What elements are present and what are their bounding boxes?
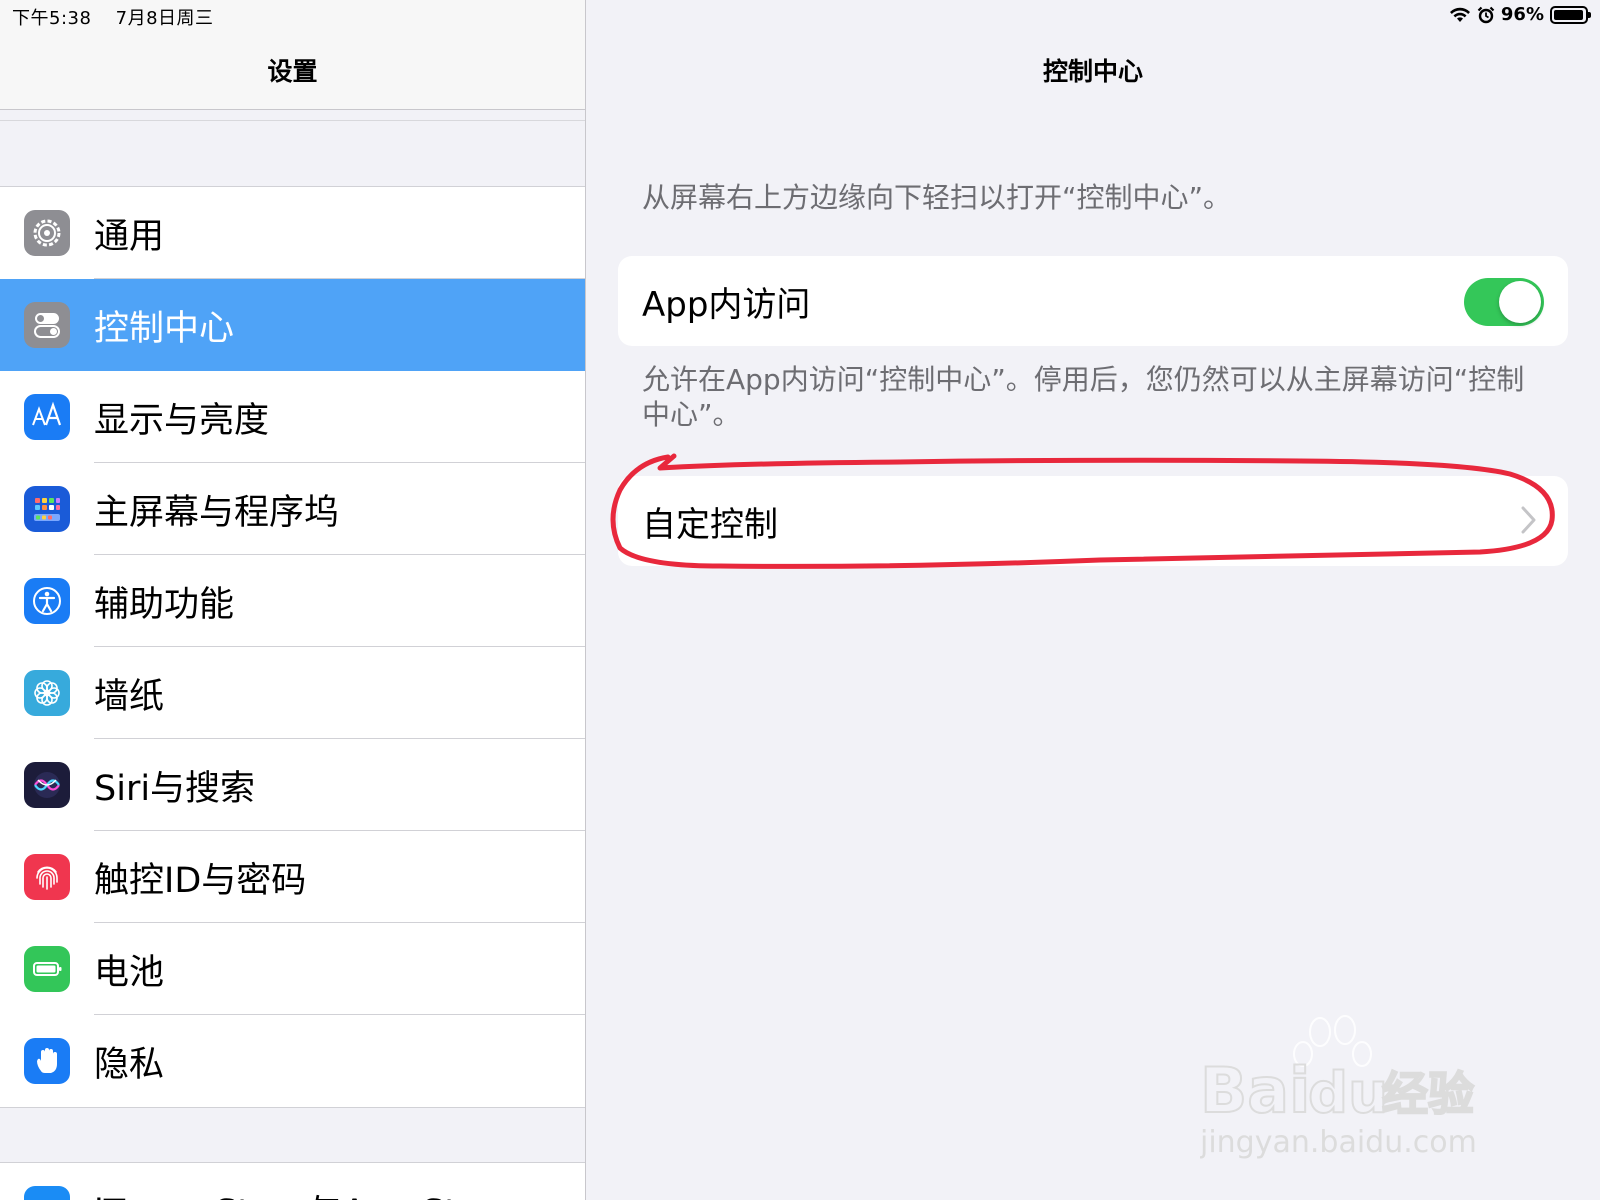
fingerprint-icon	[24, 854, 70, 900]
status-right: 96%	[1449, 4, 1591, 25]
flower-icon	[24, 670, 70, 716]
sidebar-item-display-brightness[interactable]: 显示与亮度	[0, 371, 585, 463]
status-bar: 下午5:38 7月8日周三 96%	[0, 0, 1600, 32]
intro-text: 从屏幕右上方边缘向下轻扫以打开“控制中心”。	[642, 181, 1232, 214]
battery-fill	[1554, 9, 1583, 20]
sidebar-item-wallpaper[interactable]: 墙纸	[0, 647, 585, 739]
sidebar-spacer	[0, 120, 585, 186]
accessibility-icon	[24, 578, 70, 624]
sidebar-item-label: 触控ID与密码	[94, 860, 307, 901]
detail-pane: 控制中心 从屏幕右上方边缘向下轻扫以打开“控制中心”。 App内访问 允许在Ap…	[586, 0, 1600, 1200]
sidebar-item-label: iTunes Store与App Store	[94, 1184, 515, 1200]
screen: 下午5:38 7月8日周三 96% 设置 通用 控制中心 显示与亮度 主屏幕与程…	[0, 0, 1600, 1200]
gear-icon	[24, 210, 70, 256]
sidebar-item-battery[interactable]: 电池	[0, 923, 585, 1015]
sidebar-item-home-screen-dock[interactable]: 主屏幕与程序坞	[0, 463, 585, 555]
sidebar-title: 设置	[267, 57, 318, 86]
hand-icon	[24, 1038, 70, 1084]
chevron-right-icon	[1521, 506, 1536, 534]
sidebar-item-itunes-app-store[interactable]: iTunes Store与App Store	[0, 1163, 585, 1200]
sidebar-item-label: 隐私	[94, 1044, 165, 1085]
status-left: 下午5:38 7月8日周三	[12, 4, 214, 30]
customize-controls-cell[interactable]: 自定控制	[618, 476, 1568, 566]
sidebar-item-label: 显示与亮度	[94, 400, 270, 441]
app-store-icon	[24, 1186, 70, 1200]
sidebar-item-general[interactable]: 通用	[0, 187, 585, 279]
sidebar: 设置 通用 控制中心 显示与亮度 主屏幕与程序坞 辅助功能 墙纸 Siri与搜索…	[0, 0, 586, 1200]
settings-group: 通用 控制中心 显示与亮度 主屏幕与程序坞 辅助功能 墙纸 Siri与搜索 触控…	[0, 186, 585, 1108]
battery-percent: 96%	[1500, 4, 1544, 25]
sidebar-item-siri-search[interactable]: Siri与搜索	[0, 739, 585, 831]
siri-icon	[24, 762, 70, 808]
settings-group-store: iTunes Store与App Store	[0, 1162, 585, 1200]
app-access-footnote: 允许在App内访问“控制中心”。停用后，您仍然可以从主屏幕访问“控制中心”。	[642, 363, 1525, 431]
sidebar-item-control-center[interactable]: 控制中心	[0, 279, 585, 371]
app-access-cell: App内访问	[618, 256, 1568, 346]
app-access-toggle[interactable]	[1464, 278, 1544, 326]
sidebar-item-label: 通用	[94, 216, 165, 257]
sidebar-item-label: 辅助功能	[94, 584, 235, 625]
sidebar-item-touch-id-passcode[interactable]: 触控ID与密码	[0, 831, 585, 923]
status-time: 下午5:38	[12, 8, 92, 29]
sidebar-item-label: 控制中心	[94, 308, 235, 349]
wifi-icon	[1449, 7, 1470, 22]
status-date: 7月8日周三	[115, 8, 214, 29]
switches-icon	[24, 302, 70, 348]
sidebar-item-label: 主屏幕与程序坞	[94, 492, 340, 533]
text-size-icon	[24, 394, 70, 440]
sidebar-item-accessibility[interactable]: 辅助功能	[0, 555, 585, 647]
home-grid-icon	[24, 486, 70, 532]
battery-icon	[24, 946, 70, 992]
sidebar-item-label: 墙纸	[94, 676, 165, 717]
sidebar-item-label: Siri与搜索	[94, 768, 256, 809]
sidebar-item-label: 电池	[94, 952, 165, 993]
app-access-label: App内访问	[642, 284, 811, 325]
page-title: 控制中心	[1042, 57, 1143, 86]
sidebar-item-privacy[interactable]: 隐私	[0, 1015, 585, 1107]
battery-indicator	[1550, 5, 1591, 24]
customize-controls-label: 自定控制	[642, 504, 778, 545]
alarm-icon	[1477, 6, 1495, 23]
toggle-knob	[1499, 281, 1541, 323]
